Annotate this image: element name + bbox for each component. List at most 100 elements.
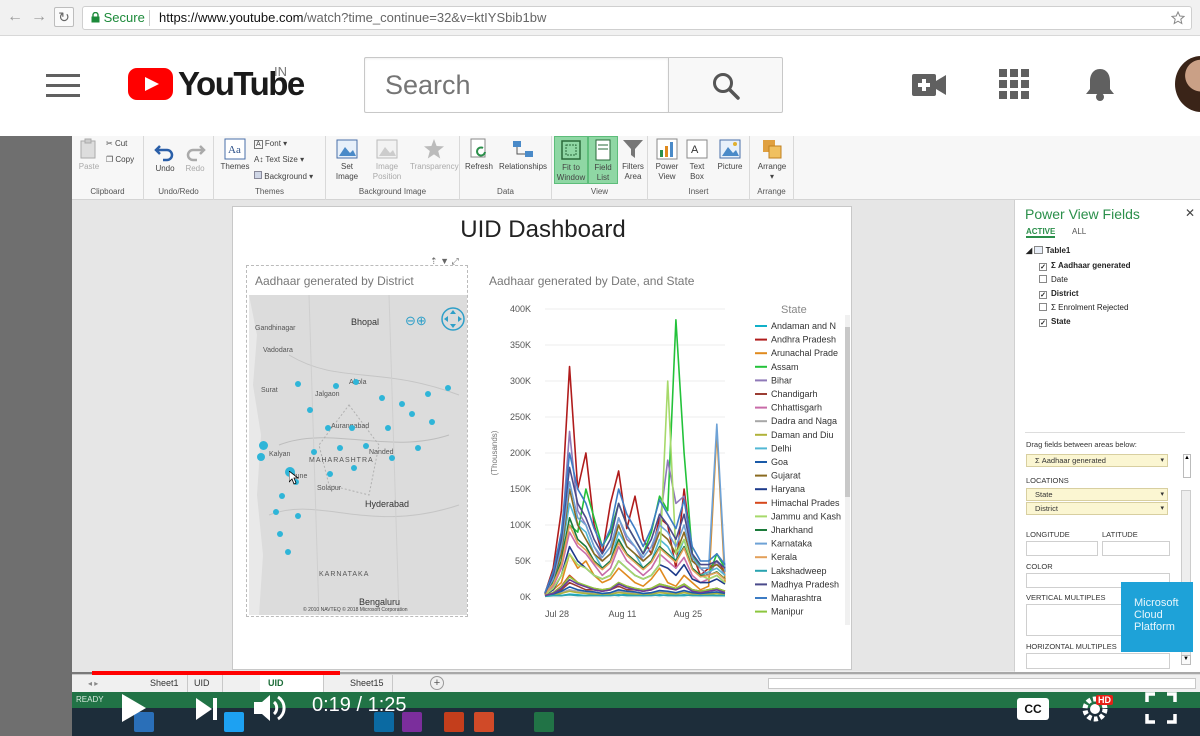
sheet-tab[interactable]: UID Dashboard bbox=[260, 675, 325, 705]
set-image-button[interactable]: Set Image bbox=[330, 138, 364, 182]
drill-up-icon[interactable]: ⇡ bbox=[430, 256, 438, 266]
zoom-in-icon[interactable]: ⊕ bbox=[416, 313, 427, 328]
sheet-tab[interactable]: UID Over Time bbox=[186, 675, 223, 722]
copy-button[interactable]: ❐ Copy bbox=[106, 155, 134, 164]
scroll-down-icon[interactable]: ▼ bbox=[1181, 655, 1191, 665]
transparency-button[interactable]: Transparency bbox=[410, 138, 459, 172]
pdf-reader-icon[interactable] bbox=[474, 712, 494, 732]
locations-state-well[interactable]: State bbox=[1026, 488, 1168, 501]
zoom-out-icon[interactable]: ⊖ bbox=[405, 313, 416, 328]
field-list-button[interactable]: Field List bbox=[588, 136, 618, 184]
legend-entry[interactable]: Karnataka bbox=[771, 539, 812, 549]
field-item[interactable]: ✓ Σ Aadhaar generated bbox=[1039, 261, 1131, 271]
map-zoom-controls[interactable]: ⊖⊕ bbox=[405, 313, 427, 329]
map-bubble[interactable] bbox=[385, 425, 391, 431]
checkbox-checked-icon[interactable]: ✓ bbox=[1039, 263, 1047, 271]
district-map[interactable]: Bhopal Gandhinagar Vadodara Surat MAHARA… bbox=[249, 295, 467, 615]
legend-entry[interactable]: Arunachal Prade bbox=[771, 348, 838, 358]
map-bubble[interactable] bbox=[257, 453, 265, 461]
legend-scrollbar[interactable] bbox=[845, 315, 850, 625]
line-chart[interactable]: 0K 50K 100K 150K 200K 250K 300K 350K 400K (Thousa… bbox=[489, 297, 851, 627]
map-bubble[interactable] bbox=[337, 445, 343, 451]
close-icon[interactable]: ✕ bbox=[1185, 206, 1195, 220]
map-header-controls[interactable]: ⇡ ▼ ⤢ bbox=[430, 256, 459, 267]
legend-entry[interactable]: Maharashtra bbox=[771, 593, 822, 603]
sheet-nav-arrows-icon[interactable]: ◂ ▸ bbox=[88, 675, 98, 692]
apps-grid-icon[interactable] bbox=[999, 69, 1029, 99]
volume-icon[interactable] bbox=[252, 692, 288, 724]
map-bubble[interactable] bbox=[273, 509, 279, 515]
map-bubble[interactable] bbox=[307, 407, 313, 413]
sheet-tab[interactable]: Sheet1 bbox=[142, 675, 188, 693]
pop-out-icon[interactable]: ⤢ bbox=[452, 256, 459, 266]
filters-area-button[interactable]: Filters Area bbox=[618, 138, 648, 182]
next-video-icon[interactable] bbox=[194, 696, 220, 722]
excel-icon[interactable] bbox=[534, 712, 554, 732]
play-icon[interactable] bbox=[120, 692, 150, 724]
horizontal-multiples-well[interactable] bbox=[1026, 653, 1170, 669]
legend-entry[interactable]: Himachal Prades bbox=[771, 498, 840, 508]
legend-entry[interactable]: Madhya Pradesh bbox=[771, 579, 839, 589]
checkbox-icon[interactable] bbox=[1039, 275, 1047, 283]
map-bubble[interactable] bbox=[429, 419, 435, 425]
map-bubble[interactable] bbox=[379, 395, 385, 401]
legend-entry[interactable]: Delhi bbox=[771, 443, 792, 453]
undo-button[interactable]: Undo bbox=[154, 140, 176, 174]
legend-entry[interactable]: Dadra and Naga bbox=[771, 416, 837, 426]
cut-button[interactable]: ✂ Cut bbox=[106, 139, 127, 148]
legend-entry[interactable]: Kerala bbox=[771, 552, 797, 562]
search-input[interactable] bbox=[385, 70, 655, 101]
map-bubble[interactable] bbox=[327, 471, 333, 477]
account-avatar[interactable] bbox=[1175, 56, 1200, 112]
fit-to-window-button[interactable]: Fit to Window bbox=[554, 136, 588, 184]
address-bar[interactable]: Secure https://www.youtube.com/watch?tim… bbox=[82, 6, 1192, 30]
field-item[interactable]: Date bbox=[1039, 275, 1068, 284]
map-bubble[interactable] bbox=[353, 379, 359, 385]
legend-scrollbar-thumb[interactable] bbox=[845, 327, 850, 497]
map-bubble[interactable] bbox=[415, 445, 421, 451]
checkbox-checked-icon[interactable]: ✓ bbox=[1039, 291, 1047, 299]
field-item[interactable]: ✓ District bbox=[1039, 289, 1079, 299]
series-line[interactable] bbox=[544, 594, 725, 598]
legend-entry[interactable]: Gujarat bbox=[771, 471, 801, 481]
back-arrow-icon[interactable]: ← bbox=[6, 8, 24, 26]
legend-entry[interactable]: Manipur bbox=[771, 607, 804, 617]
dashboard-title[interactable]: UID Dashboard bbox=[233, 216, 853, 244]
video-progress-bar[interactable] bbox=[92, 671, 1200, 675]
background-button[interactable]: Background ▾ bbox=[254, 171, 313, 181]
font-button[interactable]: A Font ▾ bbox=[254, 139, 287, 149]
themes-button[interactable]: Aa Themes bbox=[220, 138, 250, 172]
text-box-button[interactable]: A Text Box bbox=[684, 138, 710, 182]
map-bubble[interactable] bbox=[389, 455, 395, 461]
refresh-button[interactable]: Refresh bbox=[462, 138, 496, 172]
map-bubble[interactable] bbox=[409, 411, 415, 417]
legend-entry[interactable]: Jammu and Kash bbox=[771, 511, 841, 521]
legend-entry[interactable]: Chhattisgarh bbox=[771, 403, 822, 413]
video-player[interactable]: Paste ✂ Cut ❐ Copy Clipboard Undo Redo U… bbox=[0, 136, 1200, 736]
field-item[interactable]: ✓ State bbox=[1039, 317, 1071, 327]
legend-entry[interactable]: Goa bbox=[771, 457, 788, 467]
checkbox-icon[interactable] bbox=[1039, 303, 1047, 311]
map-bubble[interactable] bbox=[399, 401, 405, 407]
paste-button[interactable]: Paste bbox=[78, 138, 100, 172]
checkbox-checked-icon[interactable]: ✓ bbox=[1039, 319, 1047, 327]
map-bubble[interactable] bbox=[311, 449, 317, 455]
map-bubble[interactable] bbox=[425, 391, 431, 397]
pan-navigation-icon[interactable] bbox=[441, 307, 465, 331]
reload-icon[interactable]: ↻ bbox=[54, 7, 74, 27]
twitter-icon[interactable] bbox=[224, 712, 244, 732]
map-bubble[interactable] bbox=[295, 381, 301, 387]
map-bubble[interactable] bbox=[295, 513, 301, 519]
search-button[interactable] bbox=[668, 57, 783, 113]
bookmark-star-icon[interactable] bbox=[1171, 11, 1185, 25]
power-view-button[interactable]: Power View bbox=[652, 138, 682, 182]
map-bubble[interactable] bbox=[277, 531, 283, 537]
legend-entry[interactable]: Lakshadweep bbox=[771, 566, 827, 576]
legend-entry[interactable]: Jharkhand bbox=[771, 525, 813, 535]
legend-entry[interactable]: Daman and Diu bbox=[771, 430, 834, 440]
tab-all[interactable]: ALL bbox=[1072, 227, 1086, 236]
guide-menu-icon[interactable] bbox=[46, 74, 80, 98]
powerpoint-icon[interactable] bbox=[444, 712, 464, 732]
search-field[interactable] bbox=[364, 57, 668, 113]
map-bubble[interactable] bbox=[279, 493, 285, 499]
